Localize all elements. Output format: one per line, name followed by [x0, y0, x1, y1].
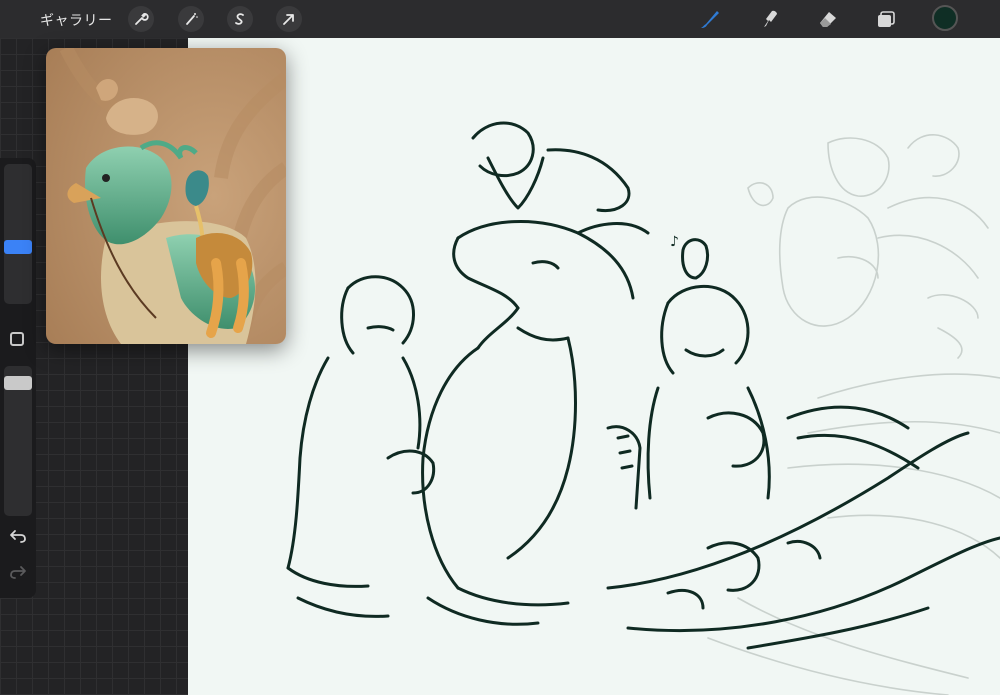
chocobo-reference-image [46, 48, 286, 344]
color-picker-swatch[interactable] [932, 5, 958, 31]
left-sidebar [0, 158, 36, 598]
reference-image-window[interactable] [46, 48, 286, 344]
smudge-icon[interactable] [756, 5, 784, 33]
magic-wand-icon[interactable] [178, 6, 204, 32]
redo-icon[interactable] [6, 564, 30, 584]
opacity-slider[interactable] [4, 366, 32, 516]
arrow-cursor-icon[interactable] [276, 6, 302, 32]
layers-icon[interactable] [872, 5, 900, 33]
line-art-drawing: ♪ [286, 121, 1000, 695]
gallery-button[interactable]: ギャラリー [40, 10, 113, 30]
square-modify-icon[interactable] [10, 332, 24, 346]
selection-s-icon[interactable] [227, 6, 253, 32]
brush-size-slider[interactable] [4, 164, 32, 304]
brush-icon[interactable] [696, 5, 724, 33]
brush-size-thumb[interactable] [4, 240, 32, 254]
undo-icon[interactable] [6, 528, 30, 548]
eraser-icon[interactable] [814, 5, 842, 33]
wrench-icon[interactable] [128, 6, 154, 32]
top-toolbar: ギャラリー [0, 0, 1000, 38]
drawing-canvas[interactable]: ♪ [188, 38, 1000, 695]
opacity-thumb[interactable] [4, 376, 32, 390]
music-note-doodle: ♪ [670, 234, 679, 250]
